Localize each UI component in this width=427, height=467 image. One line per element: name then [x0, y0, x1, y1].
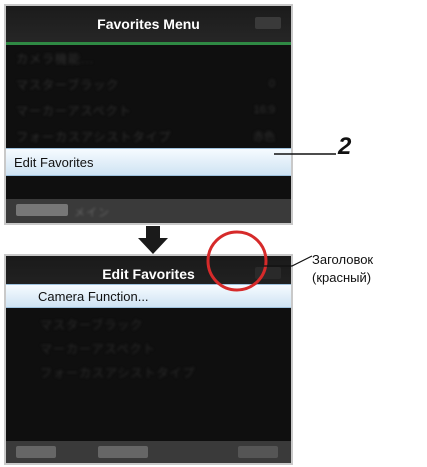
- menu-item-camera-function[interactable]: カメラ機能...: [6, 46, 291, 70]
- menu-item-label: マスターブラック: [40, 317, 144, 332]
- menu-item-marker-aspect[interactable]: マーカーアスペクト 16:9: [6, 98, 291, 122]
- menu-item-label: Edit Favorites: [14, 154, 94, 170]
- menu-item-master-black[interactable]: マスターブラック 0: [6, 72, 291, 96]
- favorites-menu-screen: Favorites Menu カメラ機能... マスターブラック 0 マーカーア…: [4, 4, 293, 225]
- menu-item-focus-assist-type[interactable]: フォーカスアシストタイプ: [6, 360, 291, 384]
- menu-item-label: フォーカスアシストタイプ: [40, 365, 196, 380]
- footer-bar: メイン: [6, 199, 291, 223]
- menu-item-marker-aspect[interactable]: マーカーアスペクト: [6, 336, 291, 360]
- edit-favorites-title: Edit Favorites: [102, 266, 195, 282]
- header-label-line1: Заголовок: [312, 252, 374, 267]
- footer-bar: [6, 441, 291, 463]
- footer-button-icon: [238, 446, 278, 458]
- down-arrow-icon: [138, 226, 168, 254]
- footer-button-icon: [16, 446, 56, 458]
- header-label-line2: (красный): [312, 270, 372, 285]
- step-number: 2: [338, 133, 352, 160]
- footer-button-icon: [98, 446, 148, 458]
- menu-item-label: マーカーアスペクト: [40, 341, 156, 356]
- menu-item-label: Camera Function...: [38, 288, 149, 304]
- menu-item-master-black[interactable]: マスターブラック: [6, 312, 291, 336]
- menu-item-label: マスターブラック: [16, 77, 120, 92]
- menu-item-edit-favorites[interactable]: Edit Favorites: [6, 148, 291, 176]
- menu-item-label: フォーカスアシストタイプ: [16, 129, 172, 144]
- footer-button-icon: [16, 204, 68, 216]
- menu-item-label: カメラ機能...: [16, 51, 95, 66]
- title-tag: [255, 17, 281, 29]
- menu-item-label: マーカーアスペクト: [16, 103, 132, 118]
- favorites-menu-title: Favorites Menu: [97, 16, 200, 32]
- menu-item-focus-assist-type[interactable]: フォーカスアシストタイプ 赤色: [6, 124, 291, 148]
- menu-item-value: 0: [268, 78, 275, 90]
- menu-item-value: 16:9: [253, 104, 275, 116]
- favorites-menu-title-bar: Favorites Menu: [6, 6, 291, 45]
- footer-label: メイン: [74, 207, 110, 219]
